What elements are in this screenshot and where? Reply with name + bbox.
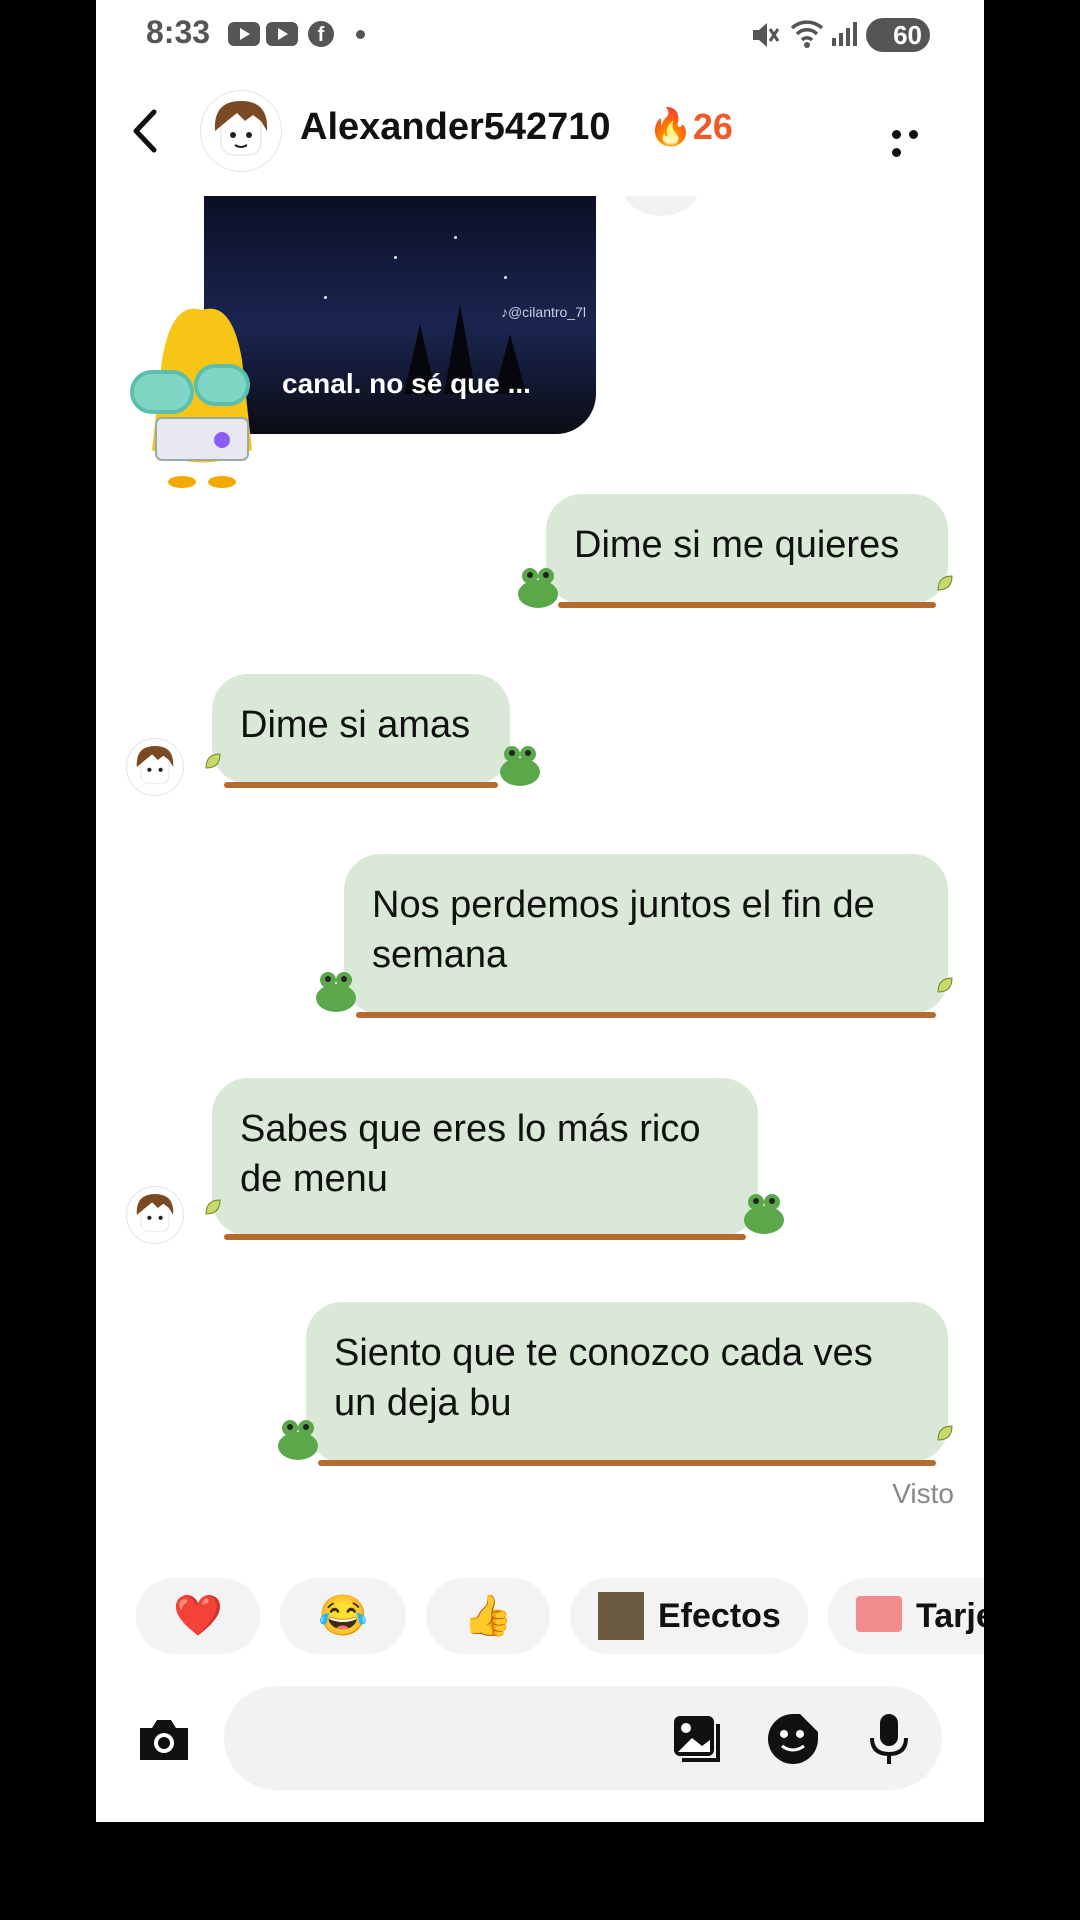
avatar-face-icon xyxy=(136,1194,174,1233)
leaf-icon xyxy=(937,575,953,591)
frog-sticker-icon xyxy=(518,568,558,608)
facebook-icon: f xyxy=(308,21,334,47)
gallery-icon[interactable] xyxy=(670,1712,724,1766)
microphone-icon[interactable] xyxy=(862,1712,916,1766)
message-text: Dime si me quieres xyxy=(574,524,900,566)
chat-screen: 8:33 f 60 Alexander542710 🔥26 ♪@cilantro… xyxy=(96,0,984,1822)
mute-icon xyxy=(753,23,780,47)
avatar-face-icon xyxy=(214,101,268,156)
quick-reaction-thumbs-up[interactable]: 👍 xyxy=(426,1578,550,1654)
effects-button[interactable]: Efectos xyxy=(570,1578,808,1654)
message-bubble-sent[interactable]: Dime si me quieres xyxy=(546,494,948,608)
video-caption: canal. no sé que ... xyxy=(282,368,531,399)
back-arrow-icon[interactable] xyxy=(126,106,166,156)
corn-mascot-sticker-icon xyxy=(130,308,252,488)
contact-avatar-small xyxy=(126,738,184,796)
message-bubble-sent[interactable]: Nos perdemos juntos el fin de semana xyxy=(344,854,948,1018)
chat-header: Alexander542710 🔥26 xyxy=(96,66,984,196)
laughing-face-icon: 😂 xyxy=(318,1594,368,1638)
wifi-icon xyxy=(790,20,824,48)
more-options-icon[interactable] xyxy=(892,126,942,157)
status-time: 8:33 xyxy=(146,14,211,50)
cards-button[interactable]: Tarje xyxy=(828,1578,984,1654)
message-bubble-received[interactable]: Sabes que eres lo más rico de menu xyxy=(212,1078,758,1240)
contact-username[interactable]: Alexander542710 xyxy=(300,106,611,149)
quick-reaction-heart[interactable]: ❤️ xyxy=(136,1578,260,1654)
sticker-icon[interactable] xyxy=(766,1712,820,1766)
frog-sticker-icon xyxy=(500,746,540,786)
message-text: Nos perdemos juntos el fin de semana xyxy=(372,884,875,976)
contact-avatar-small xyxy=(126,1186,184,1244)
effects-icon xyxy=(598,1592,644,1640)
leaf-icon xyxy=(937,977,953,993)
status-bar: 8:33 f 60 xyxy=(96,0,984,66)
message-bubble-received[interactable]: Dime si amas xyxy=(212,674,510,788)
notification-dot-icon xyxy=(356,30,365,39)
message-bubble-sent[interactable]: Siento que te conozco cada ves un deja b… xyxy=(306,1302,948,1466)
video-watermark: ♪@cilantro_7l xyxy=(500,304,586,320)
frog-sticker-icon xyxy=(278,1420,318,1460)
seen-status: Visto xyxy=(892,1478,954,1509)
thumbs-up-icon: 👍 xyxy=(463,1594,513,1638)
streak-badge: 🔥26 xyxy=(648,106,733,148)
camera-icon[interactable] xyxy=(136,1716,192,1762)
youtube-icon xyxy=(228,22,260,46)
signal-icon xyxy=(832,22,857,46)
streak-count: 26 xyxy=(692,106,733,147)
gift-card-icon xyxy=(856,1596,902,1632)
fire-icon: 🔥 xyxy=(648,106,693,147)
leaf-icon xyxy=(205,1199,221,1215)
contact-avatar[interactable] xyxy=(200,90,282,172)
effects-label: Efectos xyxy=(658,1597,781,1635)
message-text: Siento que te conozco cada ves un deja b… xyxy=(334,1332,873,1424)
frog-sticker-icon xyxy=(744,1194,784,1234)
message-input[interactable] xyxy=(224,1686,942,1790)
avatar-face-icon xyxy=(136,746,174,785)
quick-reaction-laugh[interactable]: 😂 xyxy=(280,1578,406,1654)
leaf-icon xyxy=(205,753,221,769)
battery-indicator: 60 xyxy=(866,18,930,52)
frog-sticker-icon xyxy=(316,972,356,1012)
heart-icon: ❤️ xyxy=(173,1594,223,1638)
leaf-icon xyxy=(937,1425,953,1441)
message-text: Sabes que eres lo más rico de menu xyxy=(240,1108,701,1200)
youtube-icon xyxy=(266,22,298,46)
cards-label: Tarje xyxy=(916,1597,984,1635)
message-text: Dime si amas xyxy=(240,704,471,746)
